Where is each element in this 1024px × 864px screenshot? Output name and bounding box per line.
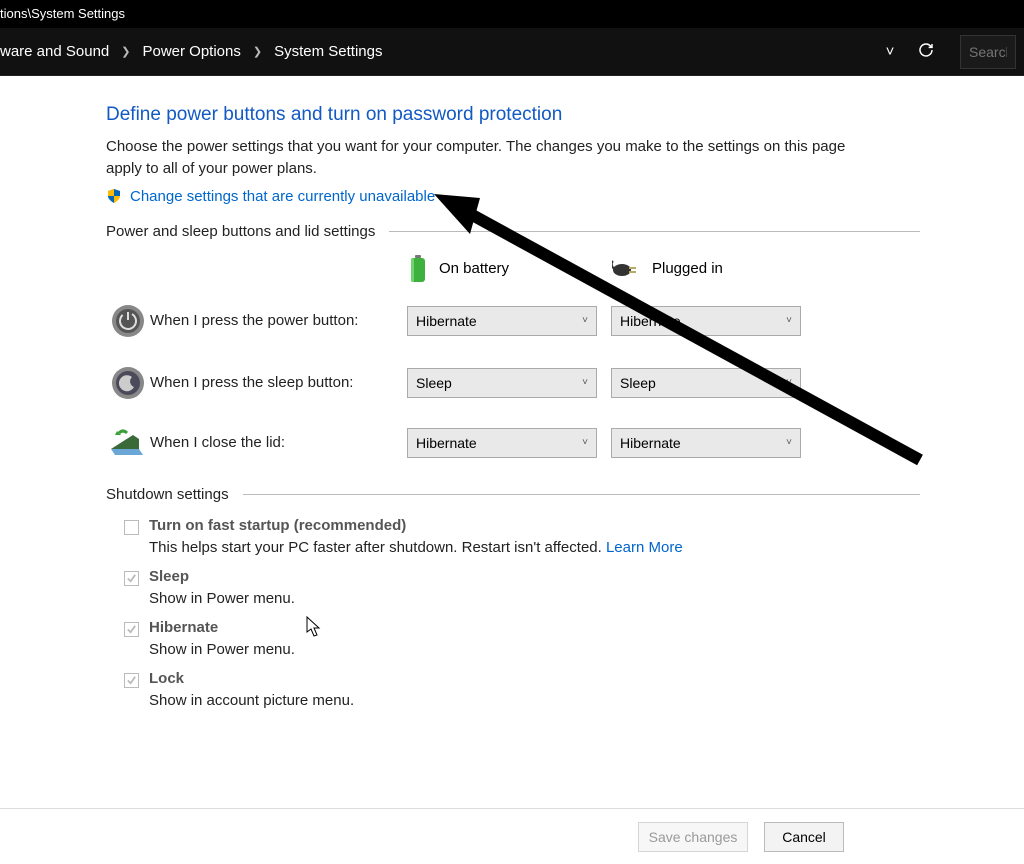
lid-battery-select[interactable]: Hibernate˅: [407, 428, 597, 458]
breadcrumb-item[interactable]: Power Options: [142, 43, 240, 60]
section-shutdown: Shutdown settings: [106, 486, 229, 503]
window-title: tions\System Settings: [0, 6, 125, 21]
power-button-label: When I press the power button:: [150, 312, 407, 329]
chevron-down-icon: ˅: [786, 377, 792, 388]
column-plugged-in: Plugged in: [612, 260, 817, 278]
refresh-icon[interactable]: [916, 42, 936, 62]
chevron-right-icon: ❯: [253, 45, 262, 58]
sleep-button-icon: [111, 366, 145, 400]
page-title: Define power buttons and turn on passwor…: [106, 104, 920, 126]
power-button-plugged-select[interactable]: Hibernate˅: [611, 306, 801, 336]
sleep-chk-desc: Show in Power menu.: [149, 590, 920, 607]
plug-icon: [612, 260, 642, 278]
lid-label: When I close the lid:: [150, 434, 407, 451]
address-bar: ware and Sound ❯ Power Options ❯ System …: [0, 28, 1024, 76]
fast-startup-desc: This helps start your PC faster after sh…: [149, 539, 920, 556]
lock-checkbox[interactable]: [124, 673, 139, 688]
breadcrumb-item[interactable]: System Settings: [274, 43, 382, 60]
lock-chk-label: Lock: [149, 670, 184, 687]
lid-plugged-select[interactable]: Hibernate˅: [611, 428, 801, 458]
row-close-lid: When I close the lid: Hibernate˅ Hiberna…: [106, 428, 920, 458]
fast-startup-checkbox[interactable]: [124, 520, 139, 535]
learn-more-link[interactable]: Learn More: [606, 539, 683, 556]
hibernate-chk-label: Hibernate: [149, 619, 218, 636]
hibernate-chk-desc: Show in Power menu.: [149, 641, 920, 658]
chevron-down-icon: ˅: [786, 315, 792, 326]
row-sleep-button: When I press the sleep button: Sleep˅ Sl…: [106, 366, 920, 400]
chevron-down-icon: ˅: [786, 437, 792, 448]
shield-icon: [106, 188, 122, 204]
laptop-lid-icon: [109, 429, 147, 457]
sleep-chk-label: Sleep: [149, 568, 189, 585]
column-on-battery: On battery: [407, 254, 612, 284]
chevron-down-icon: ˅: [582, 437, 588, 448]
breadcrumb: ware and Sound ❯ Power Options ❯ System …: [0, 43, 880, 60]
cancel-button[interactable]: Cancel: [764, 822, 844, 852]
window-titlebar: tions\System Settings: [0, 0, 1024, 28]
fast-startup-label: Turn on fast startup (recommended): [149, 517, 406, 534]
breadcrumb-item[interactable]: ware and Sound: [0, 43, 109, 60]
sleep-button-battery-select[interactable]: Sleep˅: [407, 368, 597, 398]
power-button-icon: [111, 304, 145, 338]
save-changes-button: Save changes: [638, 822, 748, 852]
hibernate-checkbox[interactable]: [124, 622, 139, 637]
sleep-checkbox[interactable]: [124, 571, 139, 586]
divider: [243, 494, 920, 495]
lock-chk-desc: Show in account picture menu.: [149, 692, 920, 709]
battery-icon: [407, 254, 429, 284]
divider: [389, 231, 920, 232]
change-unavailable-settings-link[interactable]: Change settings that are currently unava…: [130, 188, 435, 205]
chevron-right-icon: ❯: [121, 45, 130, 58]
sleep-button-label: When I press the sleep button:: [150, 374, 407, 391]
search-input[interactable]: [960, 35, 1016, 69]
row-power-button: When I press the power button: Hibernate…: [106, 304, 920, 338]
chevron-down-icon: ˅: [582, 377, 588, 388]
section-buttons-lid: Power and sleep buttons and lid settings: [106, 223, 375, 240]
power-button-battery-select[interactable]: Hibernate˅: [407, 306, 597, 336]
main-content: Define power buttons and turn on passwor…: [0, 76, 920, 709]
footer-actions: Save changes Cancel: [0, 808, 1024, 864]
chevron-down-icon[interactable]: ˅: [880, 43, 900, 60]
chevron-down-icon: ˅: [582, 315, 588, 326]
page-intro: Choose the power settings that you want …: [106, 136, 866, 180]
sleep-button-plugged-select[interactable]: Sleep˅: [611, 368, 801, 398]
